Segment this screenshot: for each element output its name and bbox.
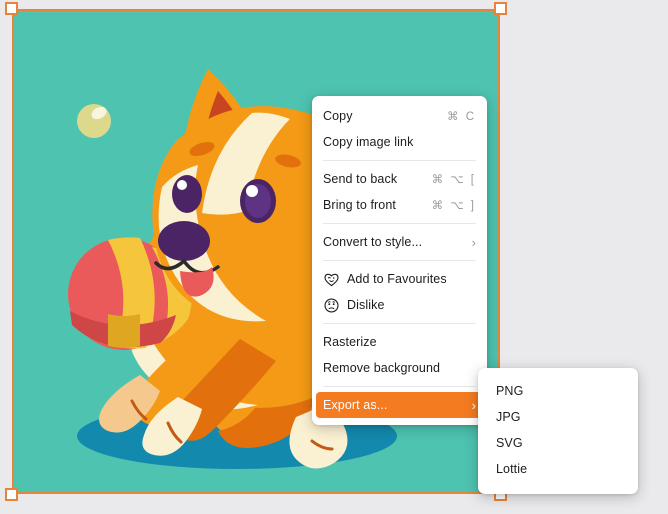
sad-face-icon — [324, 297, 339, 313]
menu-item-rasterize[interactable]: Rasterize — [312, 329, 487, 355]
menu-item-bring-to-front[interactable]: Bring to front ⌘ ⌥ ] — [312, 192, 487, 218]
menu-item-label: Convert to style... — [323, 235, 423, 249]
menu-item-label: Remove background — [323, 361, 441, 375]
nose — [158, 221, 210, 261]
submenu-item-label: PNG — [496, 384, 524, 398]
menu-item-copy[interactable]: Copy ⌘ C — [312, 103, 487, 129]
menu-separator — [323, 223, 476, 224]
resize-handle-top-right[interactable] — [494, 2, 507, 15]
resize-handle-top-left[interactable] — [5, 2, 18, 15]
menu-item-shortcut: ⌘ ⌥ ] — [431, 200, 476, 212]
menu-item-label: Send to back — [323, 172, 398, 186]
menu-item-label: Bring to front — [323, 198, 396, 212]
menu-item-shortcut: ⌘ ⌥ [ — [431, 174, 476, 186]
menu-item-send-to-back[interactable]: Send to back ⌘ ⌥ [ — [312, 166, 487, 192]
heart-face-icon — [324, 273, 339, 286]
submenu-item-png[interactable]: PNG — [478, 378, 638, 404]
chevron-right-icon: › — [471, 397, 476, 413]
menu-item-label: Add to Favourites — [347, 272, 447, 286]
menu-item-remove-background[interactable]: Remove background — [312, 355, 487, 381]
submenu-item-label: Lottie — [496, 462, 528, 476]
export-submenu[interactable]: PNG JPG SVG Lottie — [478, 368, 638, 494]
submenu-item-lottie[interactable]: Lottie — [478, 456, 638, 482]
menu-separator — [323, 323, 476, 324]
resize-handle-bottom-left[interactable] — [5, 488, 18, 501]
menu-separator — [323, 160, 476, 161]
menu-item-label: Dislike — [347, 298, 385, 312]
menu-separator — [323, 386, 476, 387]
menu-item-convert-to-style[interactable]: Convert to style... › — [312, 229, 487, 255]
menu-item-label: Copy image link — [323, 135, 414, 149]
menu-item-add-to-favourites[interactable]: Add to Favourites — [312, 266, 487, 292]
submenu-item-svg[interactable]: SVG — [478, 430, 638, 456]
menu-separator — [323, 260, 476, 261]
menu-item-label: Copy — [323, 109, 353, 123]
bubble — [77, 104, 111, 138]
submenu-item-jpg[interactable]: JPG — [478, 404, 638, 430]
menu-item-shortcut: ⌘ C — [447, 111, 476, 123]
menu-item-dislike[interactable]: Dislike — [312, 292, 487, 318]
eye-left — [172, 175, 202, 213]
menu-item-copy-image-link[interactable]: Copy image link — [312, 129, 487, 155]
submenu-item-label: SVG — [496, 436, 523, 450]
eye-right — [240, 179, 276, 223]
context-menu[interactable]: Copy ⌘ C Copy image link Send to back ⌘ … — [312, 96, 487, 425]
submenu-item-label: JPG — [496, 410, 521, 424]
menu-item-export-as[interactable]: Export as... › — [316, 392, 483, 418]
chevron-right-icon: › — [471, 234, 476, 250]
menu-item-label: Export as... — [323, 398, 388, 412]
menu-item-label: Rasterize — [323, 335, 377, 349]
